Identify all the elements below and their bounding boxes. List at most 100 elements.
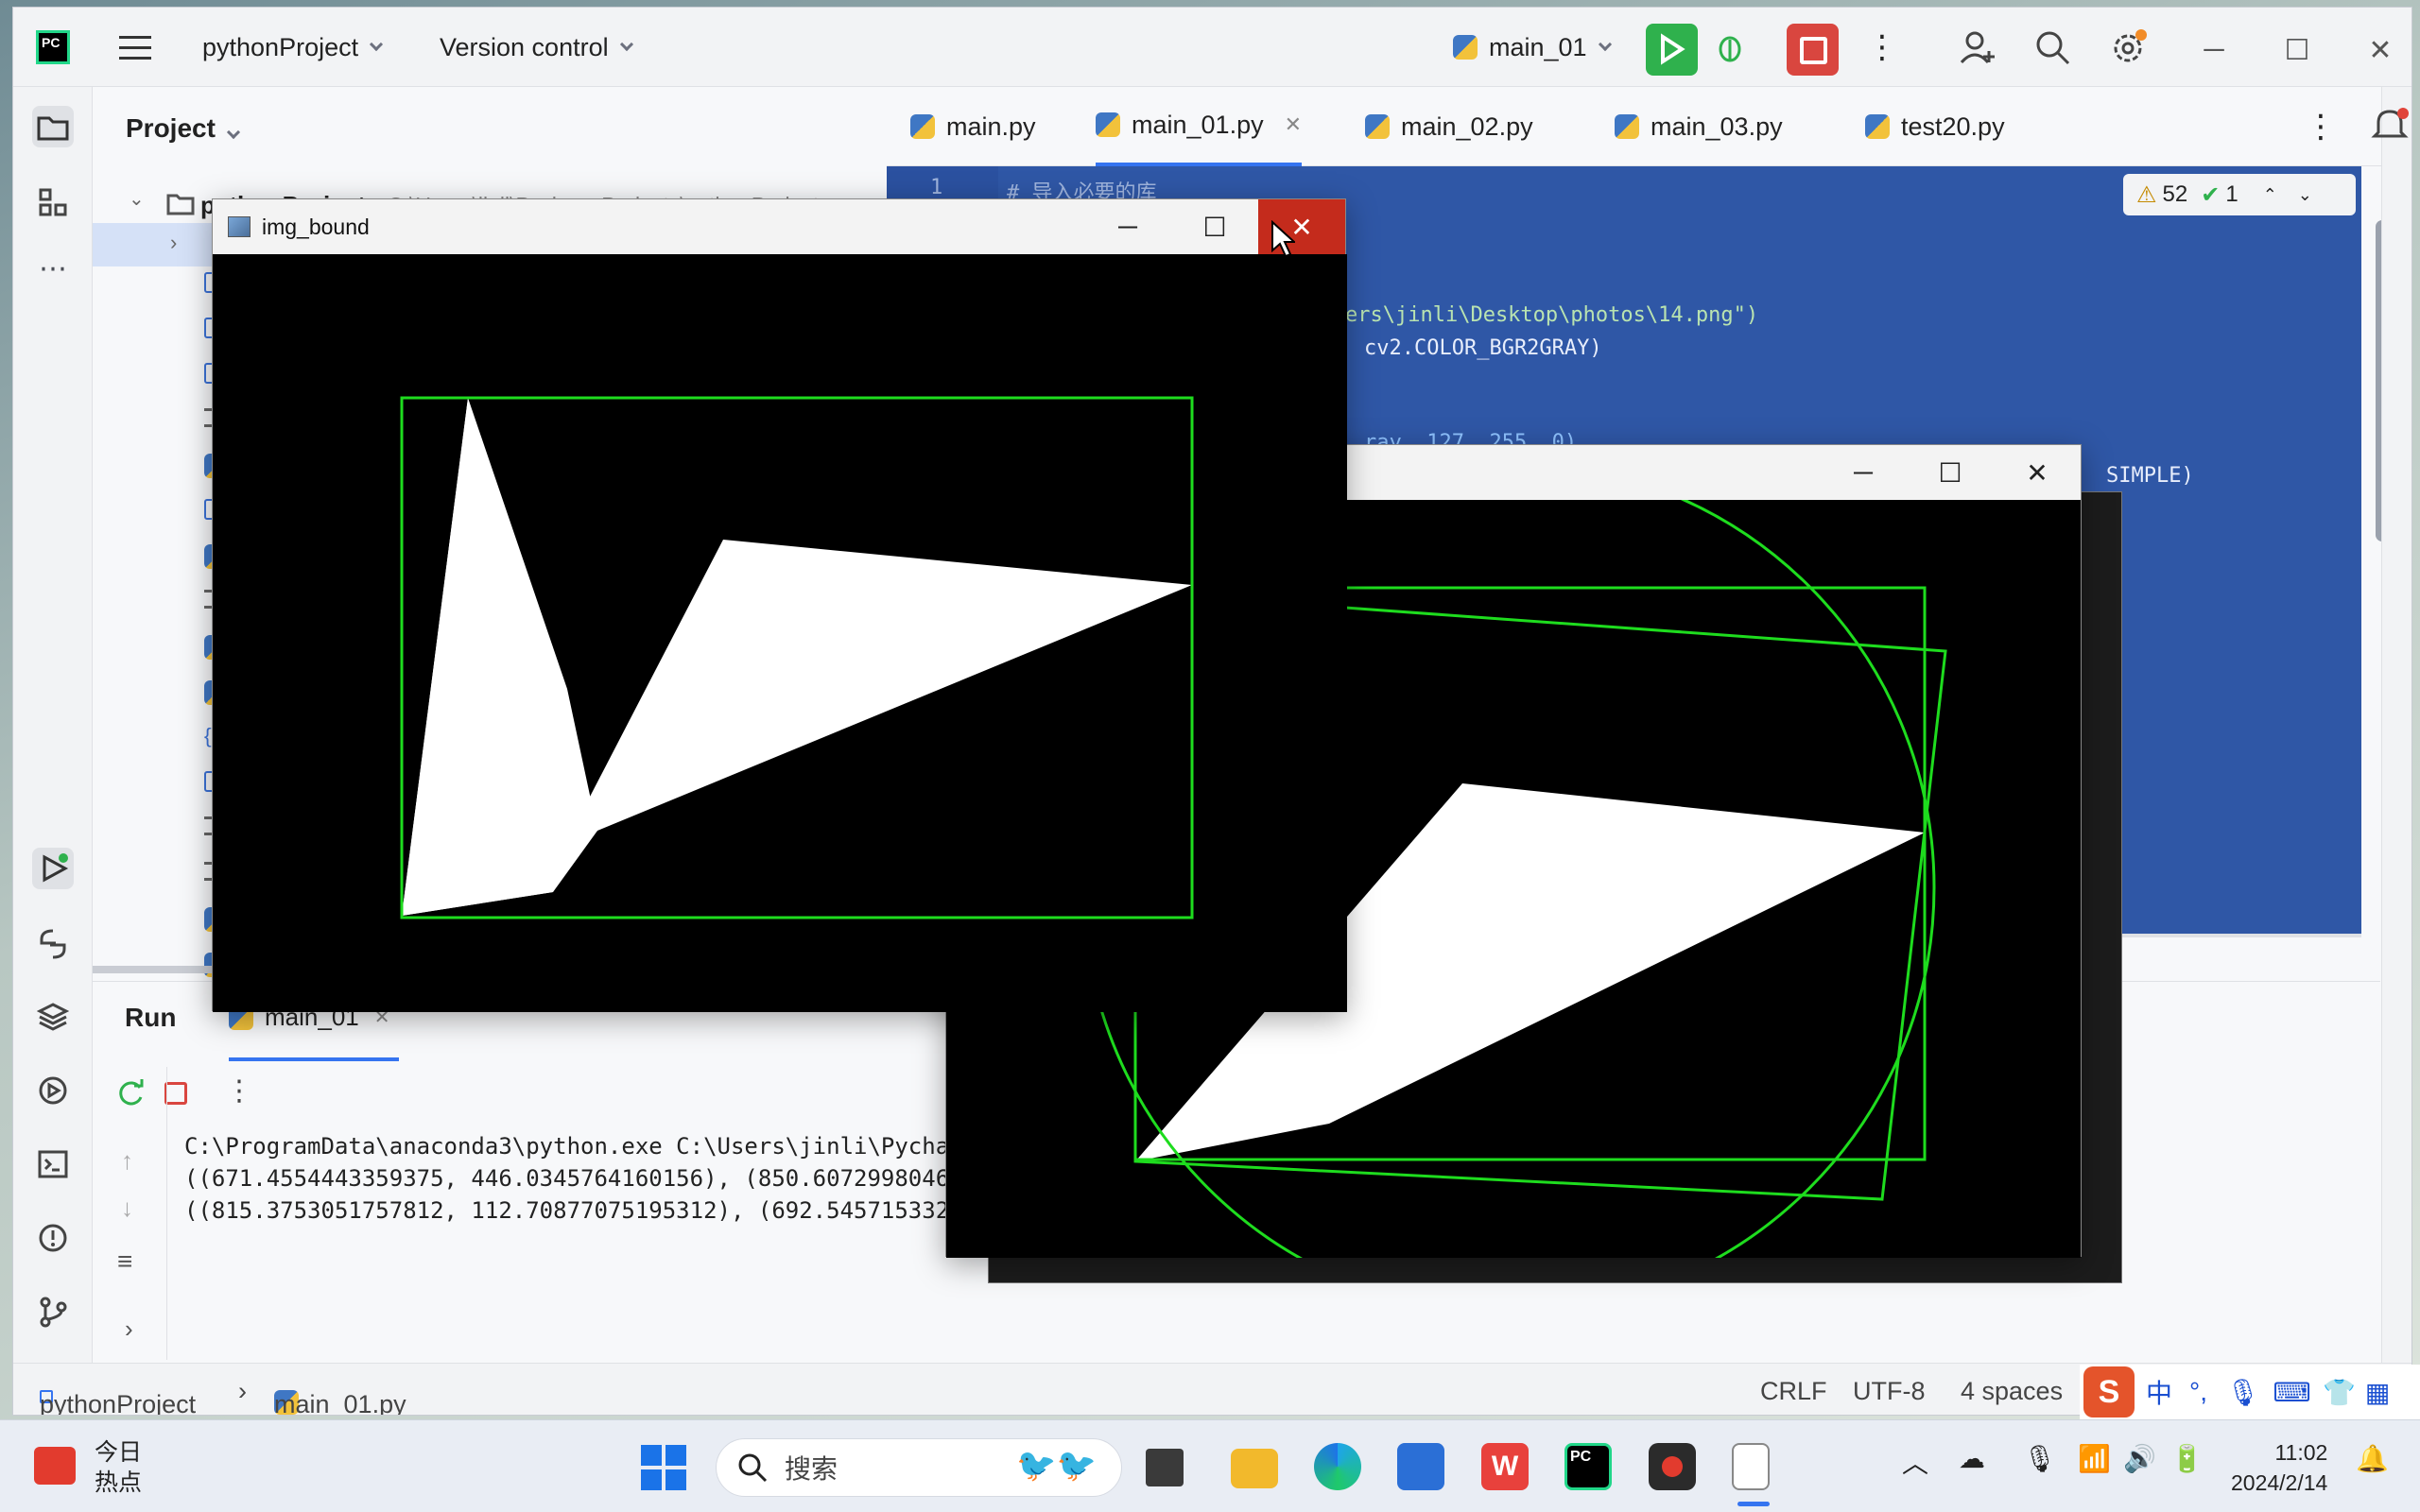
microphone-icon[interactable]: 🎙 <box>2023 1443 2057 1474</box>
debug-button[interactable] <box>1711 8 1749 87</box>
settings-gear-icon[interactable] <box>2109 8 2149 87</box>
punctuation-icon[interactable]: °, <box>2189 1377 2207 1407</box>
run-tool-icon[interactable] <box>32 848 74 889</box>
chevron-down-icon <box>370 37 384 52</box>
clock-time: 11:02 <box>2274 1440 2328 1465</box>
folder-icon[interactable] <box>32 106 74 147</box>
notepad-icon[interactable] <box>1732 1443 1770 1490</box>
close-icon[interactable]: ✕ <box>2357 26 2404 74</box>
check-icon: ✔ <box>2201 181 2221 208</box>
terminal-icon[interactable] <box>32 1143 74 1185</box>
status-bar: pythonProject › main_01.py CRLF UTF-8 4 … <box>13 1363 2411 1416</box>
pycharm-taskbar-icon[interactable]: PC <box>1564 1443 1612 1490</box>
chevron-down-icon[interactable]: ⌄ <box>2298 185 2312 205</box>
more-tools-icon[interactable]: ⋯ <box>32 248 74 289</box>
title-bar: PC pythonProject Version control main_01… <box>13 8 2411 87</box>
close-tab-icon[interactable]: ✕ <box>1285 112 1302 137</box>
more-actions-icon[interactable]: ⋮ <box>1866 8 1898 87</box>
tray-overflow-chevron-up-icon[interactable]: ︿ <box>1902 1443 1928 1481</box>
rerun-icon[interactable] <box>113 1076 147 1110</box>
python-file-icon <box>910 114 935 139</box>
tabs-more-icon[interactable]: ⋮ <box>2305 87 2337 166</box>
main-menu-icon[interactable] <box>119 36 151 60</box>
tab-main-03[interactable]: main_03.py <box>1615 87 1783 166</box>
close-icon[interactable]: ✕ <box>1994 445 2081 500</box>
services-icon[interactable] <box>32 1070 74 1111</box>
line-separator[interactable]: CRLF <box>1760 1377 1827 1406</box>
ime-toolbar[interactable]: S 中 °, 🎙 ⌨ 👕 ▦ <box>2080 1365 2420 1419</box>
app-icon <box>228 216 251 237</box>
news-widget-icon[interactable] <box>34 1447 76 1485</box>
minimize-icon[interactable]: ─ <box>1820 445 1907 500</box>
project-selector[interactable]: pythonProject <box>202 8 384 87</box>
inspection-widget[interactable]: ⚠ 52 ✔ 1 ⌃ ⌄ <box>2123 174 2356 215</box>
windows-start-icon[interactable] <box>641 1445 686 1490</box>
problems-icon[interactable] <box>32 1217 74 1259</box>
ms-store-icon[interactable] <box>1397 1443 1444 1490</box>
search-highlight-icon: 🐦🐦 <box>1016 1448 1097 1484</box>
line-number: 1 <box>930 176 943 199</box>
taskbar-search[interactable]: 搜索 🐦🐦 <box>716 1438 1122 1497</box>
minimize-icon[interactable]: ─ <box>1084 199 1171 254</box>
tab-test20[interactable]: test20.py <box>1865 87 2005 166</box>
vcs-selector[interactable]: Version control <box>440 8 633 87</box>
tab-label: test20.py <box>1901 112 2005 141</box>
warning-icon: ⚠ <box>2136 181 2157 208</box>
python-file-icon <box>1865 114 1890 139</box>
python-console-icon[interactable] <box>32 923 74 965</box>
maximize-icon[interactable]: ☐ <box>1171 199 1258 254</box>
wps-icon[interactable]: W <box>1481 1443 1529 1490</box>
search-icon <box>738 1453 768 1483</box>
folder-icon <box>166 194 195 215</box>
battery-icon[interactable]: 🔋 <box>2170 1443 2204 1474</box>
recorder-icon[interactable] <box>1649 1443 1696 1490</box>
volume-icon[interactable]: 🔊 <box>2123 1443 2156 1474</box>
account-icon[interactable] <box>1958 8 1996 87</box>
onedrive-cloud-icon[interactable]: ☁ <box>1959 1443 1985 1474</box>
keyboard-icon[interactable]: ⌨ <box>2273 1377 2311 1408</box>
sogou-ime-icon: S <box>2083 1366 2135 1418</box>
scroll-up-icon[interactable]: ↑ <box>121 1146 133 1176</box>
bug-icon <box>1719 36 1741 62</box>
more-actions-icon[interactable]: ⋮ <box>225 1074 253 1108</box>
rerun-icon <box>1661 33 1685 65</box>
news-widget[interactable]: 今日 热点 <box>95 1437 142 1498</box>
indent-setting[interactable]: 4 spaces <box>1961 1377 2063 1406</box>
toolbox-icon[interactable]: ▦ <box>2365 1377 2390 1408</box>
file-explorer-icon[interactable] <box>1231 1449 1278 1488</box>
notification-center-icon[interactable]: 🔔 <box>2356 1443 2389 1474</box>
layers-icon[interactable] <box>32 996 74 1038</box>
soft-wrap-icon[interactable]: ≡ <box>117 1246 132 1277</box>
wifi-icon[interactable]: 📶 <box>2078 1443 2111 1474</box>
maximize-icon[interactable]: ☐ <box>1907 445 1994 500</box>
tool-window-strip: ⋯ <box>13 87 93 1363</box>
task-view-icon[interactable] <box>1146 1449 1184 1486</box>
notifications-bell-icon[interactable] <box>2369 104 2411 146</box>
project-panel-title[interactable]: Project <box>126 113 241 144</box>
maximize-icon[interactable]: ☐ <box>2273 26 2321 74</box>
chevron-up-icon[interactable]: ⌃ <box>2263 185 2277 205</box>
project-name: pythonProject <box>202 32 359 61</box>
tab-main[interactable]: main.py <box>910 87 1036 166</box>
run-config-selector[interactable]: main_01 <box>1453 8 1612 87</box>
stop-icon[interactable] <box>164 1082 187 1105</box>
edge-browser-icon[interactable] <box>1314 1443 1361 1490</box>
tab-main-01[interactable]: main_01.py ✕ <box>1096 87 1303 166</box>
minimize-icon[interactable]: ─ <box>2190 26 2238 74</box>
tab-main-02[interactable]: main_02.py <box>1365 87 1533 166</box>
pycharm-logo-icon: PC <box>36 30 70 64</box>
microphone-icon[interactable]: 🎙 <box>2226 1377 2260 1408</box>
chevron-right-icon[interactable]: › <box>125 1314 133 1344</box>
ime-language[interactable]: 中 <box>2146 1373 2172 1411</box>
cv-window-img-bound[interactable]: img_bound ─ ☐ ✕ <box>212 198 1347 1012</box>
search-everywhere-icon[interactable] <box>2033 8 2071 87</box>
breadcrumb-project-text: pythonProject <box>40 1390 197 1416</box>
file-encoding[interactable]: UTF-8 <box>1853 1377 1926 1406</box>
skin-icon[interactable]: 👕 <box>2323 1377 2356 1408</box>
structure-icon[interactable] <box>32 181 74 223</box>
stop-button[interactable] <box>1787 24 1839 76</box>
scroll-down-icon[interactable]: ↓ <box>121 1194 133 1223</box>
rerun-button[interactable] <box>1646 24 1698 76</box>
clock[interactable]: 11:02 2024/2/14 <box>2231 1437 2327 1498</box>
git-icon[interactable] <box>32 1291 74 1332</box>
